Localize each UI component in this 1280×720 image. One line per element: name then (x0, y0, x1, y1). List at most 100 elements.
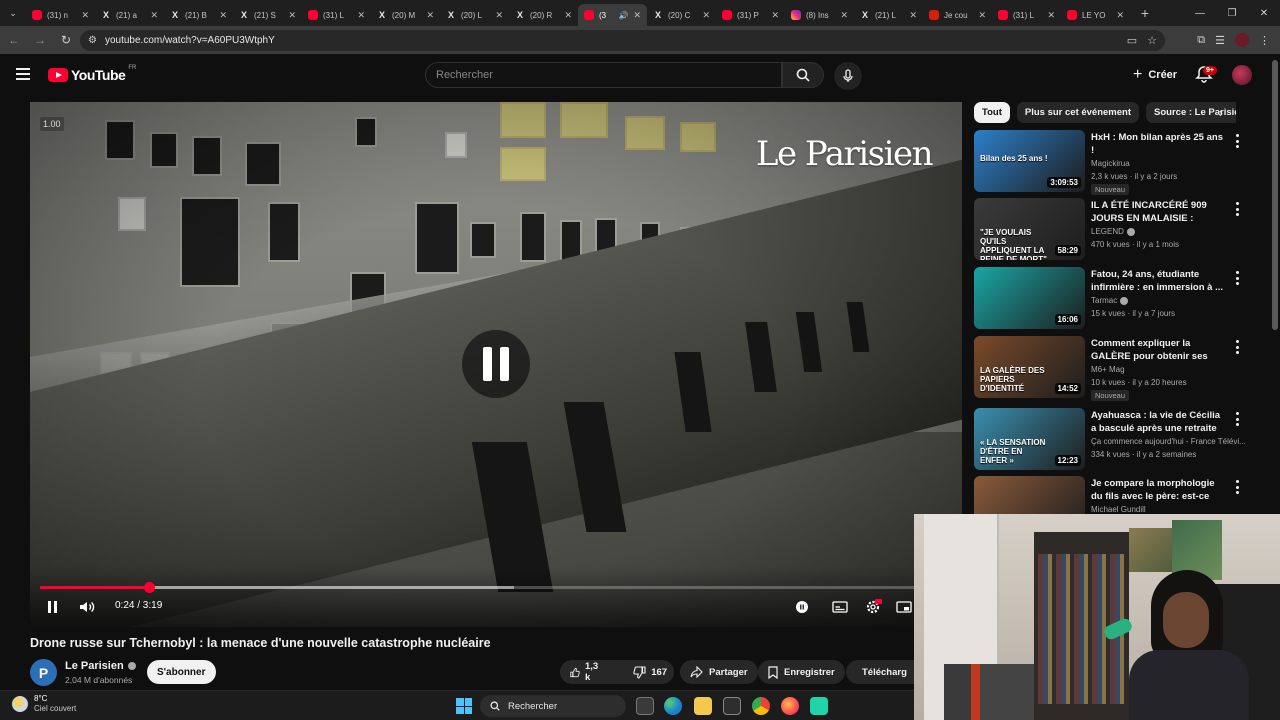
close-tab-icon[interactable]: ✕ (633, 10, 641, 21)
close-tab-icon[interactable]: ✕ (150, 10, 158, 21)
video-thumbnail[interactable]: 16:06 (974, 267, 1085, 329)
cast-icon[interactable]: ▭ (1127, 34, 1137, 47)
subscribe-button[interactable]: S'abonner (147, 660, 216, 684)
taskbar-search[interactable]: Rechercher (480, 695, 626, 717)
close-tab-icon[interactable]: ✕ (978, 10, 986, 21)
close-tab-icon[interactable]: ✕ (357, 10, 365, 21)
recommendation-channel[interactable]: Tarmac (1091, 296, 1117, 305)
close-tab-icon[interactable]: ✕ (909, 10, 917, 21)
video-player[interactable]: 1.00 Le Parisien 0:24 / 3:19 (30, 102, 962, 627)
subtitles-button[interactable] (832, 599, 848, 615)
recommendation-item[interactable]: 16:06 Fatou, 24 ans, étudiante infirmière… (974, 267, 1254, 331)
save-button[interactable]: Enregistrer (758, 660, 845, 684)
tab-audio-icon[interactable]: 🔊 (618, 11, 628, 20)
recommendation-channel[interactable]: Michael Gundill (1091, 505, 1146, 514)
more-actions-icon[interactable] (1234, 412, 1240, 426)
volume-button[interactable] (78, 599, 96, 615)
progress-bar[interactable] (40, 582, 952, 593)
guide-menu-icon[interactable] (16, 68, 30, 80)
browser-tab[interactable]: (31) L ✕ (992, 4, 1061, 26)
profile-avatar[interactable] (1235, 33, 1249, 47)
more-actions-icon[interactable] (1234, 202, 1240, 216)
recommendation-title[interactable]: IL A ÉTÉ INCARCÉRÉ 909 JOURS EN MALAISIE… (1091, 199, 1226, 225)
close-tab-icon[interactable]: ✕ (219, 10, 227, 21)
windows-start-icon[interactable] (456, 698, 472, 714)
recommendation-channel[interactable]: Magickirua (1091, 159, 1130, 168)
reload-icon[interactable]: ↻ (54, 28, 78, 52)
browser-tab[interactable]: X (21) a ✕ (95, 4, 164, 26)
close-window-icon[interactable]: ✕ (1248, 0, 1280, 26)
close-tab-icon[interactable]: ✕ (840, 10, 848, 21)
video-thumbnail[interactable]: "JE VOULAIS QU'ILS APPLIQUENT LA PEINE D… (974, 198, 1085, 260)
browser-tab[interactable]: (3 🔊 ✕ (578, 4, 647, 26)
recommendation-title[interactable]: HxH : Mon bilan après 25 ans ! (1091, 131, 1226, 157)
close-tab-icon[interactable]: ✕ (426, 10, 434, 21)
browser-tab[interactable]: X (21) S ✕ (233, 4, 302, 26)
recommendation-item[interactable]: Bilan des 25 ans ! 3:09:53 HxH : Mon bilan… (974, 130, 1254, 195)
miniplayer-button[interactable] (896, 599, 912, 615)
bookmark-star-icon[interactable]: ☆ (1147, 34, 1157, 47)
filter-chip[interactable]: Plus sur cet événement (1016, 102, 1140, 123)
browser-tab[interactable]: X (20) M ✕ (371, 4, 440, 26)
recommendation-title[interactable]: Je compare la morphologie du fils avec l… (1091, 477, 1226, 503)
chrome-icon[interactable] (752, 697, 770, 715)
channel-avatar[interactable]: P (30, 659, 57, 686)
recommendation-channel[interactable]: LEGEND (1091, 227, 1124, 236)
recommendation-channel[interactable]: M6+ Mag (1091, 365, 1125, 374)
pause-button[interactable] (44, 599, 60, 615)
weather-widget[interactable]: 8°C Ciel couvert (12, 694, 76, 714)
extensions-icon[interactable]: ⧉ (1197, 34, 1205, 47)
browser-tab[interactable]: X (20) C ✕ (647, 4, 716, 26)
autoplay-toggle[interactable] (794, 599, 810, 615)
recommendation-item[interactable]: LA GALÈRE DES PAPIERS D'IDENTITÉ 14:52 Com… (974, 336, 1254, 401)
close-tab-icon[interactable]: ✕ (771, 10, 779, 21)
video-thumbnail[interactable]: « LA SENSATION D'ÊTRE EN ENFER » 12:23 (974, 408, 1085, 470)
browser-tab[interactable]: X (21) L ✕ (854, 4, 923, 26)
minimize-icon[interactable]: — (1184, 0, 1216, 26)
more-actions-icon[interactable] (1234, 134, 1240, 148)
account-avatar[interactable] (1232, 65, 1252, 85)
browser-tab[interactable]: (31) P ✕ (716, 4, 785, 26)
streaming-app-icon[interactable] (810, 697, 828, 715)
more-actions-icon[interactable] (1234, 340, 1240, 354)
recommendation-title[interactable]: Ayahuasca : la vie de Cécilia a basculé … (1091, 409, 1226, 435)
page-scrollbar[interactable] (1272, 60, 1278, 330)
more-actions-icon[interactable] (1234, 271, 1240, 285)
more-actions-icon[interactable] (1234, 480, 1240, 494)
search-button[interactable] (782, 62, 824, 88)
close-tab-icon[interactable]: ✕ (702, 10, 710, 21)
channel-name-link[interactable]: Le Parisien (65, 660, 136, 672)
dislike-button[interactable]: 167 (623, 660, 677, 684)
recommendation-title[interactable]: Comment expliquer la GALÈRE pour obtenir… (1091, 337, 1226, 363)
video-thumbnail[interactable]: Bilan des 25 ans ! 3:09:53 (974, 130, 1085, 192)
tab-search-dropdown-icon[interactable]: ⌄ (0, 0, 26, 26)
browser-tab[interactable]: X (21) B ✕ (164, 4, 233, 26)
close-tab-icon[interactable]: ✕ (564, 10, 572, 21)
close-tab-icon[interactable]: ✕ (1116, 10, 1124, 21)
close-tab-icon[interactable]: ✕ (495, 10, 503, 21)
firefox-icon[interactable] (781, 697, 799, 715)
browser-tab[interactable]: (31) L ✕ (302, 4, 371, 26)
browser-tab[interactable]: X (20) R ✕ (509, 4, 578, 26)
recommendation-channel[interactable]: Ça commence aujourd'hui - France Télévi.… (1091, 437, 1246, 446)
create-button[interactable]: + Créer (1125, 63, 1186, 87)
center-pause-indicator[interactable] (462, 330, 530, 398)
youtube-logo[interactable]: YouTube FR (48, 65, 136, 83)
video-thumbnail[interactable]: LA GALÈRE DES PAPIERS D'IDENTITÉ 14:52 (974, 336, 1085, 398)
recommendation-item[interactable]: "JE VOULAIS QU'ILS APPLIQUENT LA PEINE D… (974, 198, 1254, 262)
file-explorer-icon[interactable] (694, 697, 712, 715)
like-button[interactable]: 1,3 k (560, 660, 611, 684)
share-button[interactable]: Partager (680, 660, 758, 684)
browser-tab[interactable]: LE YO ✕ (1061, 4, 1130, 26)
browser-tab[interactable]: (31) n ✕ (26, 4, 95, 26)
close-tab-icon[interactable]: ✕ (81, 10, 89, 21)
new-tab-button[interactable]: + (1134, 2, 1156, 24)
reading-list-icon[interactable]: ☰ (1215, 34, 1225, 47)
filter-chip[interactable]: Tout (974, 102, 1010, 123)
search-input[interactable] (436, 69, 781, 81)
browser-tab[interactable]: X (20) L ✕ (440, 4, 509, 26)
task-view-icon[interactable] (636, 697, 654, 715)
store-icon[interactable] (723, 697, 741, 715)
edge-icon[interactable] (664, 697, 682, 715)
site-info-icon[interactable]: ⚙ (88, 35, 97, 46)
